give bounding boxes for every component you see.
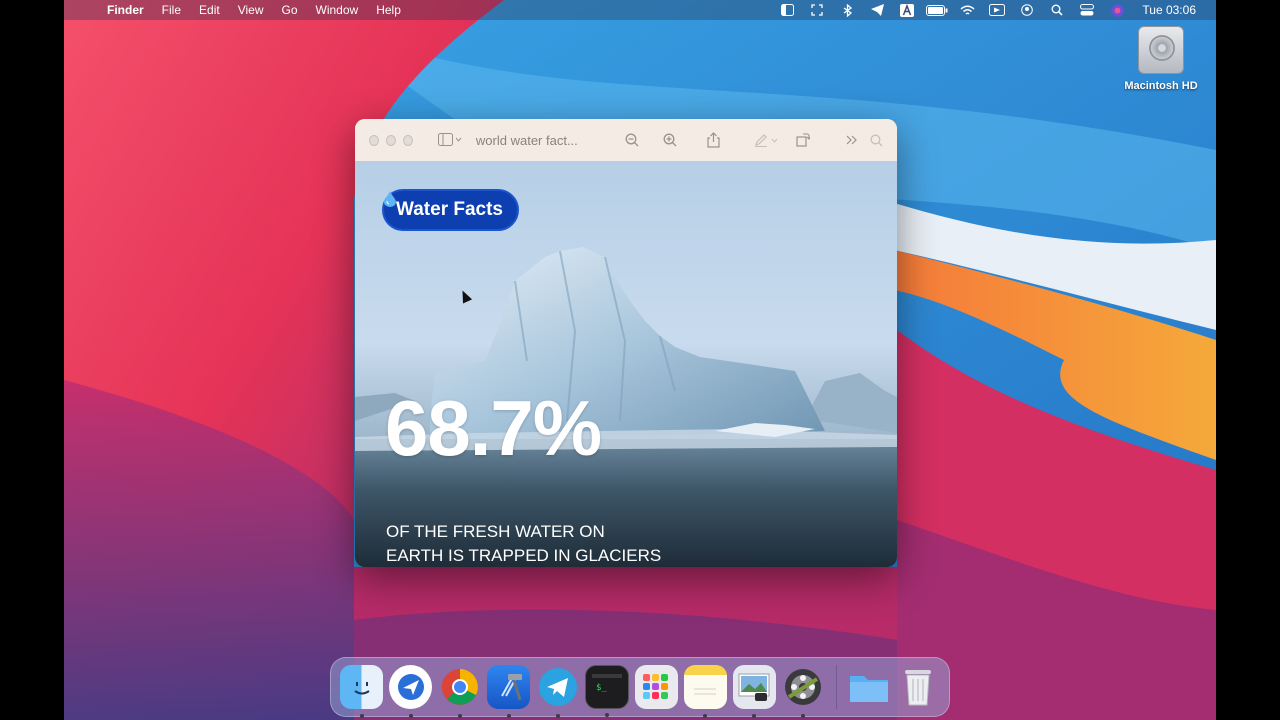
menu-bar: Finder File Edit View Go Window Help Tue… (64, 0, 1216, 20)
menu-view[interactable]: View (229, 0, 273, 20)
user-icon[interactable] (1012, 0, 1042, 20)
running-indicator (457, 714, 462, 718)
caption-text: OF THE FRESH WATER ON EARTH IS TRAPPED I… (386, 520, 661, 567)
dock-spark-icon[interactable] (389, 665, 433, 718)
bluetooth-icon[interactable] (832, 0, 862, 20)
app-menu-finder[interactable]: Finder (98, 0, 153, 20)
share-icon[interactable] (707, 128, 720, 152)
dock-terminal-icon[interactable]: $_ (585, 665, 629, 717)
zoom-in-icon[interactable] (663, 128, 677, 152)
dock-telegram-icon[interactable] (536, 665, 579, 718)
macintosh-hd-drive[interactable]: Macintosh HD (1116, 26, 1206, 92)
preview-window: world water fact... Water Facts 68.7% OF… (355, 119, 897, 567)
water-drop-icon (384, 191, 396, 207)
zoom-button[interactable] (402, 134, 413, 146)
sidebar-toggle-icon[interactable] (437, 128, 462, 152)
running-indicator (555, 714, 560, 718)
fullscreen-icon[interactable] (802, 0, 832, 20)
running-indicator (506, 714, 511, 718)
battery-icon[interactable] (922, 0, 952, 20)
document-title: world water fact... (475, 132, 578, 148)
menu-help[interactable]: Help (367, 0, 410, 20)
menu-edit[interactable]: Edit (190, 0, 229, 20)
menu-go[interactable]: Go (273, 0, 307, 20)
dock-xcode-icon[interactable] (487, 665, 531, 718)
telegram-icon[interactable] (862, 0, 892, 20)
hard-drive-icon (1138, 26, 1184, 74)
dock-launchpad-icon[interactable] (634, 665, 678, 709)
document-image: Water Facts 68.7% OF THE FRESH WATER ON … (355, 161, 897, 567)
menu-window[interactable]: Window (307, 0, 368, 20)
caption-line-2: EARTH IS TRAPPED IN GLACIERS (386, 546, 662, 565)
rotate-icon[interactable] (796, 128, 810, 152)
water-facts-badge: Water Facts (382, 189, 519, 231)
dock-notes-icon[interactable] (683, 665, 727, 718)
dock-downloads-folder-icon[interactable] (848, 665, 891, 709)
drive-label: Macintosh HD (1124, 80, 1198, 92)
menubar-clock[interactable]: Tue 03:06 (1132, 3, 1208, 17)
wifi-icon[interactable] (952, 0, 982, 20)
running-indicator (604, 713, 609, 717)
window-titlebar[interactable]: world water fact... (355, 119, 897, 161)
dock-trash-icon[interactable] (897, 665, 940, 709)
running-indicator (359, 714, 364, 718)
search-icon[interactable] (1042, 0, 1072, 20)
dock-chrome-icon[interactable] (438, 665, 481, 718)
headline-stat: 68.7% (385, 384, 602, 472)
menu-file[interactable]: File (153, 0, 190, 20)
control-center-icon[interactable] (1072, 0, 1102, 20)
svg-text:$_: $_ (596, 683, 607, 693)
dock-separator (835, 665, 837, 709)
more-chevrons-icon[interactable] (846, 128, 858, 152)
desktop: Finder File Edit View Go Window Help Tue… (64, 0, 1216, 720)
screen-record-icon[interactable] (982, 0, 1012, 20)
siri-icon[interactable] (1102, 0, 1132, 20)
minimize-button[interactable] (385, 134, 396, 146)
caption-line-1: OF THE FRESH WATER ON (386, 522, 605, 541)
sidebar-icon[interactable] (772, 0, 802, 20)
zoom-out-icon[interactable] (625, 128, 639, 152)
dock-finder-icon[interactable] (340, 665, 384, 718)
text-input-icon[interactable] (892, 0, 922, 20)
running-indicator (408, 714, 413, 718)
badge-label: Water Facts (396, 199, 503, 220)
dock-photo-slideshow-icon[interactable] (782, 665, 825, 718)
close-button[interactable] (369, 134, 379, 146)
search-icon[interactable] (870, 128, 883, 152)
dock: $_ (330, 657, 950, 718)
markup-pen-icon[interactable] (754, 128, 778, 152)
dock-preview-icon[interactable] (732, 665, 776, 718)
